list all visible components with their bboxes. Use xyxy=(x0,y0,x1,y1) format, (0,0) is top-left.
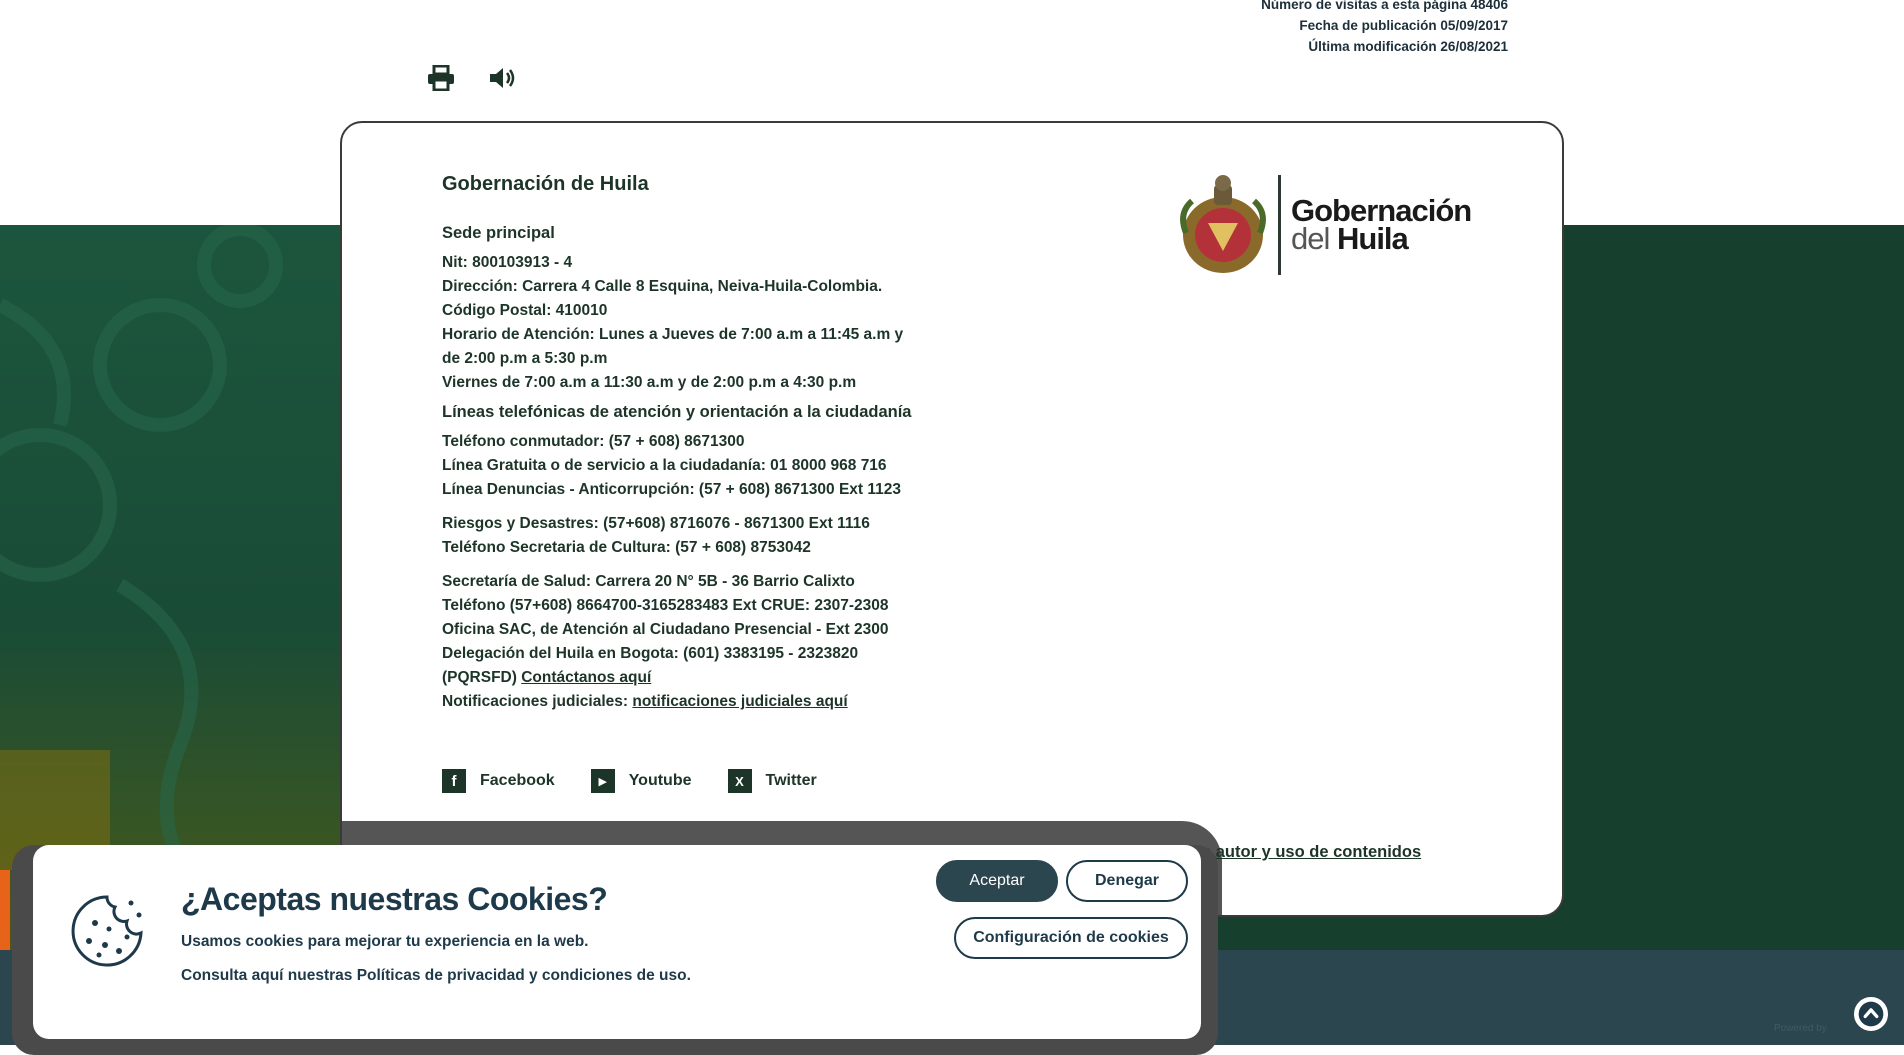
health-phone-line: Teléfono (57+608) 8664700-3165283483 Ext… xyxy=(442,597,889,614)
modified-date: Última modificación 26/08/2021 xyxy=(1308,39,1508,54)
judicial-notifications-line: Notificaciones judiciales: notificacione… xyxy=(442,690,1042,714)
social-label: Youtube xyxy=(628,772,692,789)
chevron-up-icon xyxy=(1858,1001,1884,1027)
free-line: Línea Gratuita o de servicio a la ciudad… xyxy=(442,457,887,474)
contact-info: Gobernación de Huila Sede principal Nit:… xyxy=(442,173,1042,714)
schedule-line-3: Viernes de 7:00 a.m a 11:30 a.m y de 2:0… xyxy=(442,374,857,391)
cookie-description: Usamos cookies para mejorar tu experienc… xyxy=(181,933,589,950)
x-twitter-icon: X xyxy=(727,769,752,793)
pqrsfd-line: (PQRSFD) Contáctanos aquí xyxy=(442,666,1042,690)
address-line: Dirección: Carrera 4 Calle 8 Esquina, Ne… xyxy=(442,278,883,295)
social-links: f Facebook ▶ Youtube X Twitter xyxy=(442,769,817,793)
culture-line: Teléfono Secretaria de Cultura: (57 + 60… xyxy=(442,539,811,556)
judicial-notifications-link[interactable]: notificaciones judiciales aquí xyxy=(632,693,847,710)
coat-of-arms-icon xyxy=(1180,175,1266,273)
contact-us-link[interactable]: Contáctanos aquí xyxy=(521,669,651,686)
accept-cookies-button[interactable]: Aceptar xyxy=(936,860,1058,902)
risks-line: Riesgos y Desastres: (57+608) 8716076 - … xyxy=(442,515,870,532)
social-twitter[interactable]: X Twitter xyxy=(727,769,817,793)
decorative-orange-strip xyxy=(0,870,10,950)
social-label: Facebook xyxy=(480,772,555,789)
powered-by: Powered by xyxy=(1774,1023,1827,1034)
gobernacion-logo: Gobernación del Huila xyxy=(1178,173,1472,277)
cookie-icon xyxy=(69,893,145,974)
cookie-title: ¿Aceptas nuestras Cookies? xyxy=(181,881,608,917)
phone-lines-title: Líneas telefónicas de atención y orienta… xyxy=(442,403,912,421)
copyright-link[interactable]: e autor y uso de contenidos xyxy=(1202,843,1421,862)
cookie-settings-button[interactable]: Configuración de cookies xyxy=(954,917,1188,959)
page-meta: Número de visitas a esta página 48406 Fe… xyxy=(1261,0,1508,57)
scroll-to-top-button[interactable] xyxy=(1854,997,1888,1031)
logo-divider xyxy=(1278,175,1281,275)
printer-icon[interactable] xyxy=(425,64,457,92)
notifications-prefix: Notificaciones judiciales: xyxy=(442,693,629,710)
speaker-icon[interactable] xyxy=(487,64,519,92)
sac-line: Oficina SAC, de Atención al Ciudadano Pr… xyxy=(442,621,889,638)
facebook-icon: f xyxy=(442,769,466,793)
deny-cookies-button[interactable]: Denegar xyxy=(1066,860,1188,902)
publish-date: Fecha de publicación 05/09/2017 xyxy=(1299,18,1508,33)
youtube-icon: ▶ xyxy=(590,769,615,793)
postal-code-line: Código Postal: 410010 xyxy=(442,302,608,319)
social-youtube[interactable]: ▶ Youtube xyxy=(590,769,692,793)
logo-wordmark: Gobernación del Huila xyxy=(1291,193,1472,256)
org-title: Gobernación de Huila xyxy=(442,173,649,195)
contact-info-card: Gobernación de Huila Sede principal Nit:… xyxy=(340,121,1564,917)
nit-line: Nit: 800103913 - 4 xyxy=(442,254,573,271)
social-label: Twitter xyxy=(765,772,817,789)
social-facebook[interactable]: f Facebook xyxy=(442,769,555,793)
complaints-line: Línea Denuncias - Anticorrupción: (57 + … xyxy=(442,481,902,498)
cookie-policy-text[interactable]: Consulta aquí nuestras Políticas de priv… xyxy=(181,967,691,985)
sede-title: Sede principal xyxy=(442,224,555,242)
pqrsfd-prefix: (PQRSFD) xyxy=(442,669,517,686)
page-tools xyxy=(425,64,519,92)
health-address-line: Secretaría de Salud: Carrera 20 N° 5B - … xyxy=(442,573,855,590)
schedule-line-2: de 2:00 p.m a 5:30 p.m xyxy=(442,350,608,367)
switchboard-line: Teléfono conmutador: (57 + 608) 8671300 xyxy=(442,433,745,450)
schedule-line-1: Horario de Atención: Lunes a Jueves de 7… xyxy=(442,326,904,343)
bogota-line: Delegación del Huila en Bogota: (601) 33… xyxy=(442,645,859,662)
cookie-banner: ¿Aceptas nuestras Cookies? Usamos cookie… xyxy=(33,845,1201,1039)
visit-count: Número de visitas a esta página 48406 xyxy=(1261,0,1508,12)
